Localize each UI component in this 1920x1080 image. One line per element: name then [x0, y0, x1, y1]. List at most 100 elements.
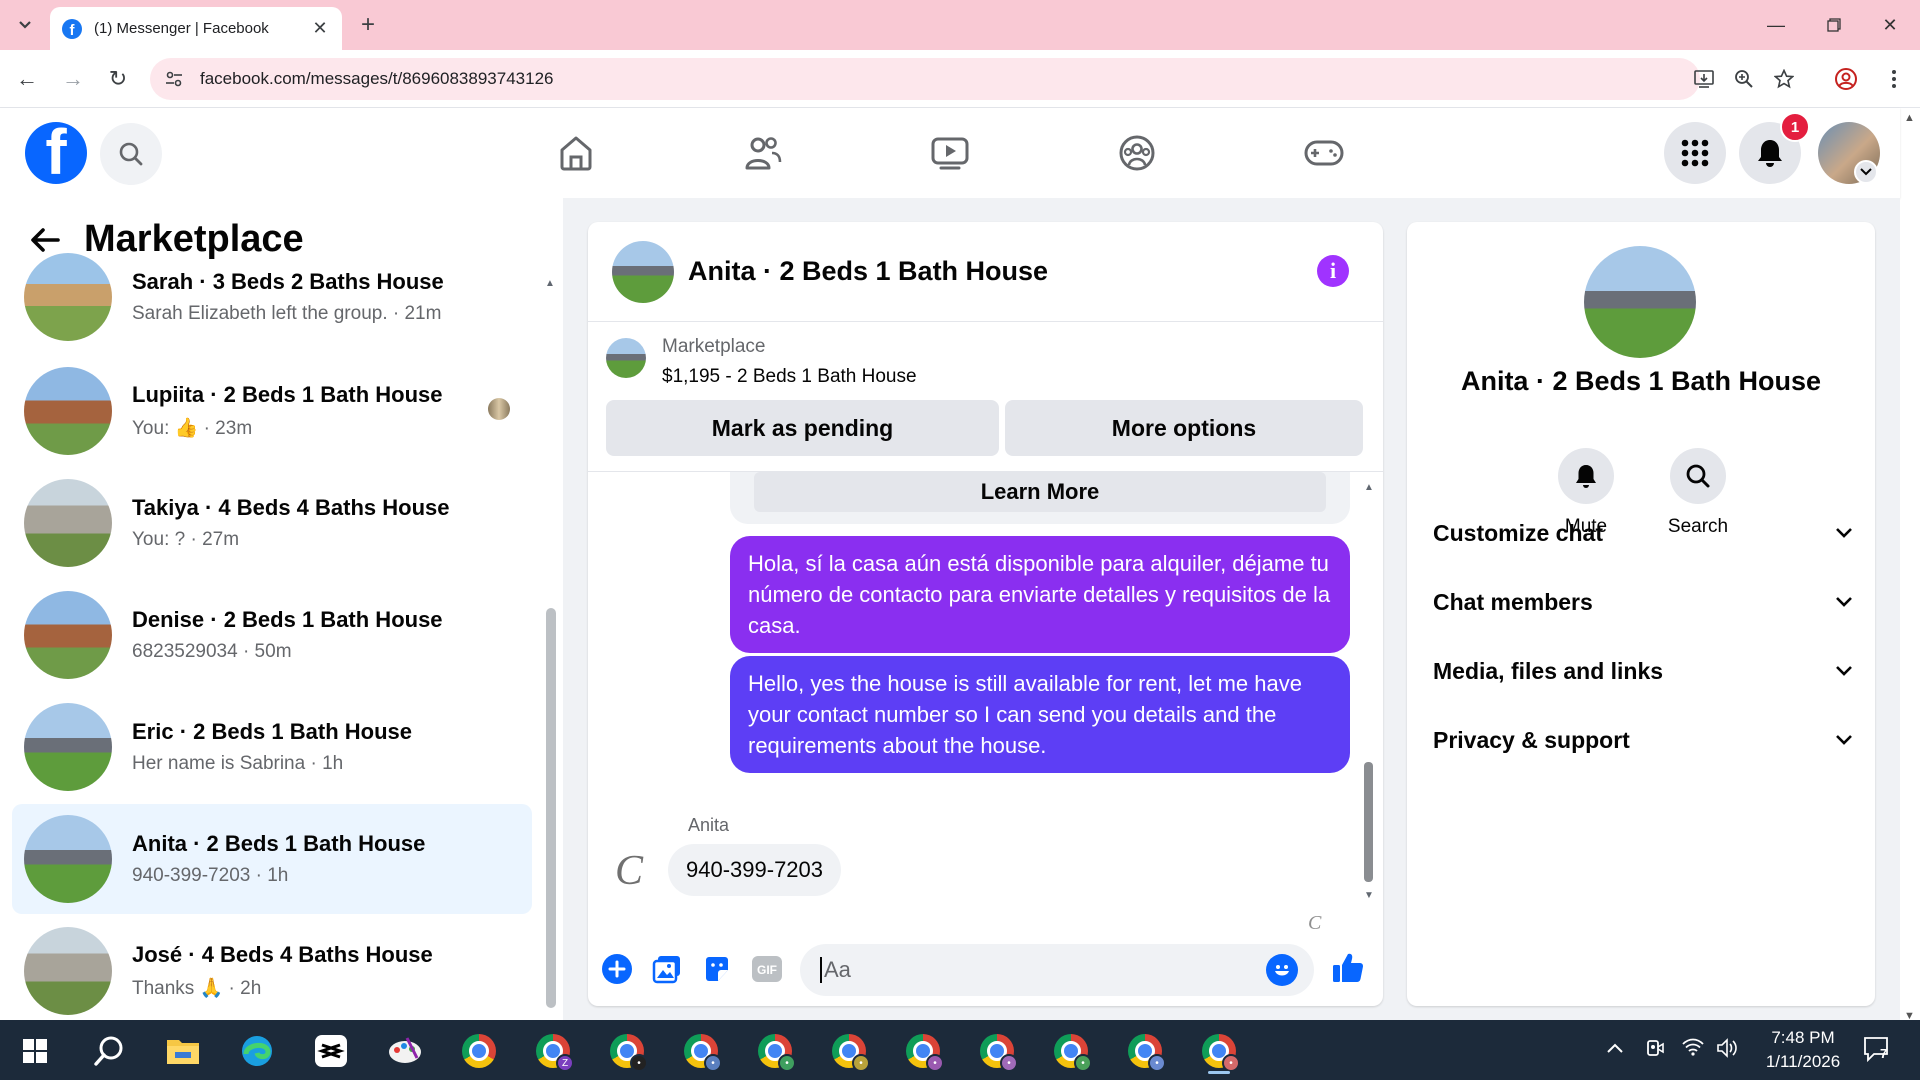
close-window-button[interactable]: ✕ [1870, 10, 1910, 40]
nav-gaming[interactable] [1294, 128, 1354, 178]
nav-friends[interactable] [733, 128, 793, 178]
bookmark-star-icon[interactable] [1770, 65, 1798, 93]
chat-members-section[interactable]: Chat members [1433, 577, 1853, 627]
sidebar-scrollbar[interactable] [546, 608, 556, 1008]
zoom-icon[interactable] [1730, 65, 1758, 93]
privacy-support-section[interactable]: Privacy & support [1433, 715, 1853, 765]
search-icon [1686, 464, 1710, 488]
chrome-profile-icon[interactable] [1832, 65, 1860, 93]
conversation-item[interactable]: Takiya · 4 Beds 4 Baths House You: ? · 2… [12, 468, 532, 578]
chrome-profile-icon[interactable]: • [752, 1028, 798, 1074]
browser-toolbar: ← → ↻ facebook.com/messages/t/8696083893… [0, 50, 1920, 108]
forward-arrow-icon[interactable]: → [58, 64, 88, 94]
grid-menu-icon [1681, 139, 1709, 167]
restore-button[interactable] [1814, 10, 1854, 40]
sticker-icon[interactable] [700, 952, 734, 986]
capcut-icon[interactable] [308, 1028, 354, 1074]
new-tab-button[interactable]: + [353, 10, 383, 40]
chrome-taskbar-icon[interactable] [456, 1028, 502, 1074]
sidebar-scroll-up-icon[interactable]: ▲ [545, 278, 555, 289]
chat-scroll-down-icon[interactable]: ▼ [1364, 890, 1374, 901]
mark-as-pending-button[interactable]: Mark as pending [606, 400, 999, 456]
listing-thumbnail [24, 815, 112, 903]
minimize-button[interactable]: — [1756, 10, 1796, 40]
conversation-item[interactable]: Eric · 2 Beds 1 Bath House Her name is S… [12, 692, 532, 802]
taskbar-search-icon[interactable] [86, 1028, 132, 1074]
nav-video[interactable] [920, 128, 980, 178]
nav-groups[interactable] [1107, 128, 1167, 178]
install-app-icon[interactable] [1690, 65, 1718, 93]
photo-icon[interactable] [650, 952, 684, 986]
message-input[interactable]: Aa [800, 944, 1314, 996]
customize-chat-section[interactable]: Customize chat [1433, 508, 1853, 558]
sender-avatar[interactable]: C [610, 848, 648, 894]
chrome-profile-icon[interactable]: • [1122, 1028, 1168, 1074]
chrome-profile-dark-icon[interactable]: • [604, 1028, 650, 1074]
chat-scrollbar[interactable] [1364, 762, 1373, 882]
conversation-item[interactable]: José · 4 Beds 4 Baths House Thanks 🙏 · 2… [12, 916, 532, 1020]
wifi-icon[interactable] [1682, 1038, 1704, 1061]
facebook-search-button[interactable] [100, 123, 162, 185]
chat-listing-thumbnail[interactable] [612, 240, 674, 303]
conversation-item-active[interactable]: Anita · 2 Beds 1 Bath House 940-399-7203… [12, 804, 532, 914]
chat-scroll-up-icon[interactable]: ▲ [1364, 482, 1374, 493]
conversation-item[interactable]: Denise · 2 Beds 1 Bath House 6823529034 … [12, 580, 532, 690]
learn-more-button[interactable]: Learn More [754, 472, 1326, 512]
tab-title: (1) Messenger | Facebook [94, 20, 269, 37]
browser-tab-active[interactable]: f (1) Messenger | Facebook ✕ [50, 7, 342, 50]
chrome-profile-icon[interactable]: • [1048, 1028, 1094, 1074]
listing-thumbnail [24, 927, 112, 1015]
section-label: Privacy & support [1433, 726, 1630, 753]
listing-thumbnail [24, 253, 112, 341]
media-files-links-section[interactable]: Media, files and links [1433, 646, 1853, 696]
back-arrow-icon[interactable]: ← [12, 64, 42, 94]
show-hidden-icons-chevron-icon[interactable] [1606, 1038, 1624, 1059]
chrome-profile-icon[interactable]: • [826, 1028, 872, 1074]
paint-app-icon[interactable] [382, 1028, 428, 1074]
menu-grid-button[interactable] [1664, 122, 1726, 184]
tab-search-chevron-icon[interactable] [10, 12, 40, 38]
info-icon[interactable]: i [1317, 255, 1349, 287]
sender-name: Anita [688, 815, 730, 835]
page-scroll-up-icon[interactable]: ▲ [1904, 112, 1915, 124]
taskbar-clock[interactable]: 7:48 PM 1/11/2026 [1748, 1026, 1858, 1074]
facebook-logo[interactable]: f [25, 122, 87, 184]
conversation-item[interactable]: Lupiita · 2 Beds 1 Bath House You: 👍 · 2… [12, 356, 532, 466]
praying-hands-emoji-icon: 🙏 [199, 978, 224, 999]
volume-icon[interactable] [1716, 1038, 1738, 1063]
meet-now-icon[interactable] [1644, 1038, 1664, 1065]
plus-circle-icon[interactable] [600, 952, 634, 986]
chrome-menu-icon[interactable] [1880, 65, 1908, 93]
outgoing-message[interactable]: Hola, sí la casa aún está disponible par… [730, 536, 1350, 653]
conversation-item[interactable]: Sarah · 3 Beds 2 Baths House Sarah Eliza… [12, 242, 532, 352]
edge-browser-icon[interactable] [234, 1028, 280, 1074]
tab-close-icon[interactable]: ✕ [310, 18, 330, 39]
section-label: Media, files and links [1433, 657, 1664, 684]
address-bar[interactable]: facebook.com/messages/t/8696083893743126 [150, 58, 1794, 100]
notification-center-icon[interactable]: 7 [1862, 1034, 1892, 1069]
emoji-smile-icon[interactable] [1266, 954, 1298, 986]
details-listing-thumbnail[interactable] [1584, 246, 1696, 358]
incoming-message[interactable]: 940-399-7203 [668, 844, 842, 896]
nav-home[interactable] [546, 128, 606, 178]
chat-title[interactable]: Anita · 2 Beds 1 Bath House [688, 256, 1048, 287]
outgoing-message[interactable]: Hello, yes the house is still available … [730, 656, 1350, 773]
conversation-preview: You: ? · 27m [132, 529, 240, 550]
more-options-button[interactable]: More options [1005, 400, 1363, 456]
reload-icon[interactable]: ↻ [103, 64, 133, 94]
listing-small-thumbnail[interactable] [606, 338, 646, 378]
chrome-profile-icon[interactable]: • [678, 1028, 724, 1074]
listing-price[interactable]: $1,195 - 2 Beds 1 Bath House [662, 366, 917, 388]
taskbar-notification-count: 7 [1880, 1046, 1888, 1061]
chrome-profile-icon[interactable]: • [900, 1028, 946, 1074]
site-settings-icon[interactable] [164, 69, 184, 89]
gif-icon[interactable]: GIF [750, 952, 784, 986]
windows-start-icon[interactable] [12, 1028, 58, 1074]
chrome-profile-active-icon[interactable]: • [1196, 1028, 1242, 1074]
chrome-profile-icon[interactable]: • [974, 1028, 1020, 1074]
listing-thumbnail [24, 479, 112, 567]
chrome-profile-z-icon[interactable]: Z [530, 1028, 576, 1074]
file-explorer-icon[interactable] [160, 1028, 206, 1074]
account-chevron-down-icon[interactable] [1854, 160, 1878, 184]
thumbs-up-send-icon[interactable] [1328, 948, 1368, 988]
